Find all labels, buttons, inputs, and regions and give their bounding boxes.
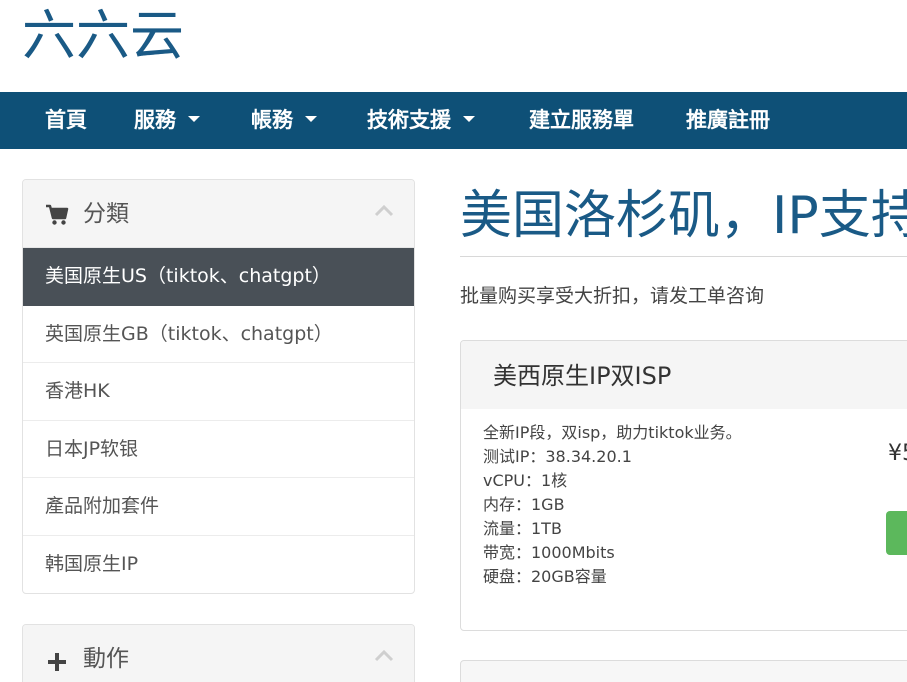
nav-services-label: 服務 [134,108,176,132]
nav-open-ticket[interactable]: 建立服務單 [529,92,634,149]
product-name: 美西原生IP双ISP [493,362,672,390]
chevron-up-icon[interactable] [374,204,394,218]
nav-affiliates-label: 推廣註冊 [686,108,770,132]
page-title: 美国洛杉矶，IP支持 [460,186,907,246]
product-description: 全新IP段，双isp，助力tiktok业务。 测试IP：38.34.20.1 v… [483,421,742,589]
product-card-next [460,660,907,682]
nav-home[interactable]: 首頁 [45,92,87,149]
category-item-gb[interactable]: 英国原生GB（tiktok、chatgpt） [23,306,414,363]
cart-icon [46,204,69,225]
nav-support[interactable]: 技術支援 [367,92,475,149]
chevron-up-icon[interactable] [374,649,394,663]
nav-home-label: 首頁 [45,108,87,132]
product-card: 美西原生IP双ISP 全新IP段，双isp，助力tiktok业务。 测试IP：3… [460,340,907,631]
nav-support-label: 技術支援 [367,108,451,132]
category-item-kr[interactable]: 韩国原生IP [23,536,414,594]
caret-down-icon [188,116,200,122]
header: 六六云 [0,0,907,92]
plus-icon [48,653,66,671]
order-now-button[interactable] [886,511,907,555]
title-divider [460,256,907,257]
nav-billing[interactable]: 帳務 [251,92,317,149]
categories-panel-title: 分類 [83,201,129,227]
actions-panel-title: 動作 [83,646,129,672]
product-desc-line: 测试IP：38.34.20.1 [483,447,632,466]
actions-panel-header[interactable]: 動作 [23,625,414,682]
categories-panel: 分類 美国原生US（tiktok、chatgpt） 英国原生GB（tiktok、… [22,179,415,594]
product-card-header: 美西原生IP双ISP [461,341,907,409]
nav-affiliates[interactable]: 推廣註冊 [686,92,770,149]
actions-panel: 動作 [22,624,415,682]
nav-services[interactable]: 服務 [134,92,200,149]
category-item-us[interactable]: 美国原生US（tiktok、chatgpt） [23,248,414,306]
nav-open-ticket-label: 建立服務單 [529,108,634,132]
main-navbar: 首頁 服務 帳務 技術支援 建立服務單 推廣註冊 [0,92,907,149]
page-subtitle: 批量购买享受大折扣，请发工单咨询 [460,285,765,307]
product-price: ¥5 [888,441,907,466]
product-desc-line: 带宽：1000Mbits [483,543,615,562]
product-desc-line: vCPU：1核 [483,471,568,490]
categories-panel-header[interactable]: 分類 [23,180,414,248]
category-item-addons[interactable]: 產品附加套件 [23,478,414,536]
category-item-jp[interactable]: 日本JP软银 [23,421,414,478]
caret-down-icon [463,116,475,122]
product-desc-line: 流量：1TB [483,519,562,538]
product-desc-line: 硬盘：20GB容量 [483,567,607,586]
caret-down-icon [305,116,317,122]
category-item-hk[interactable]: 香港HK [23,363,414,421]
nav-billing-label: 帳務 [251,108,293,132]
product-desc-line: 内存：1GB [483,495,565,514]
product-desc-line: 全新IP段，双isp，助力tiktok业务。 [483,423,742,442]
site-logo[interactable]: 六六云 [22,4,184,68]
